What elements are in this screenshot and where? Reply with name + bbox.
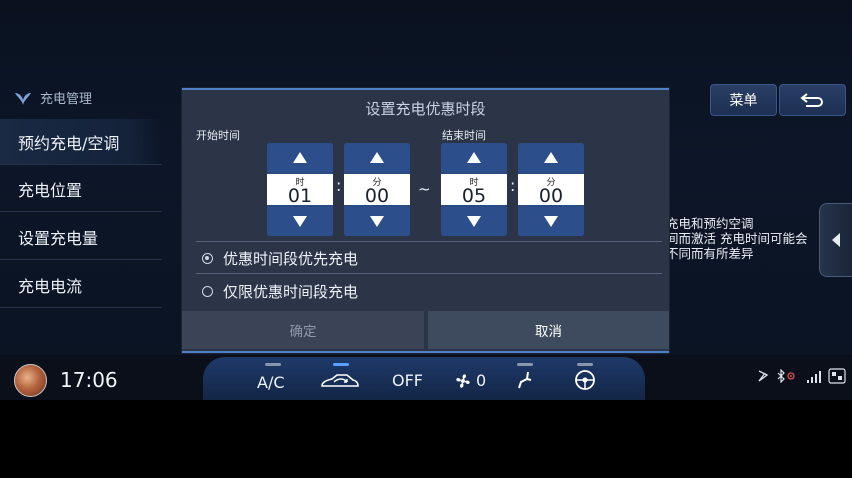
sidebar-item-current[interactable]: 充电电流	[0, 262, 162, 308]
triangle-down-icon	[370, 216, 384, 227]
end-minute-down-button[interactable]	[518, 207, 584, 236]
steering-wheel-icon	[575, 370, 595, 390]
start-minute-value-box: 分 00	[344, 174, 410, 207]
end-hour-value-box: 时 05	[441, 174, 507, 207]
steering-indicator	[577, 363, 593, 366]
off-label: OFF	[392, 371, 423, 390]
info-text: 充电和预约空调 间而激活 充电时间可能会 不同而有所差异	[666, 216, 826, 261]
car-recirculation-icon	[321, 374, 359, 387]
fan-level: 0	[476, 371, 487, 390]
info-line: 不同而有所差异	[666, 246, 754, 261]
cancel-button[interactable]: 取消	[428, 311, 669, 349]
menu-button-label: 菜单	[729, 93, 758, 109]
confirm-button-label: 确定	[289, 324, 317, 340]
sidebar-header-label: 充电管理	[40, 92, 93, 107]
end-minute-spinner: 分 00	[518, 143, 584, 236]
time-colon: :	[336, 176, 342, 195]
steering-heat-button[interactable]	[574, 369, 596, 391]
info-line: 充电和预约空调	[666, 216, 754, 231]
radio-selected-icon	[202, 253, 213, 264]
seat-icon	[518, 371, 532, 389]
sidebar-item-label: 充电位置	[18, 180, 83, 200]
start-minute-value: 00	[364, 185, 390, 207]
triangle-down-icon	[293, 216, 307, 227]
dialog-title: 设置充电优惠时段	[365, 100, 486, 118]
end-hour-down-button[interactable]	[441, 207, 507, 236]
connection-status-icon	[756, 369, 770, 386]
triangle-down-icon	[544, 216, 558, 227]
divider	[196, 241, 662, 242]
right-panel-toggle[interactable]	[819, 203, 852, 277]
time-colon: :	[510, 176, 516, 195]
end-hour-value: 05	[461, 185, 487, 207]
fan-speed-control[interactable]: 0	[454, 371, 486, 390]
4g-icon	[828, 368, 846, 387]
option-priority[interactable]: 优惠时间段优先充电	[202, 248, 358, 269]
leaf-icon	[15, 92, 31, 105]
radio-unselected-icon	[202, 286, 213, 297]
triangle-up-icon	[293, 152, 307, 163]
charge-period-dialog: 设置充电优惠时段 开始时间 结束时间 时 01 : 分 00 ~ 时 05: …	[182, 88, 669, 353]
screen: 充电管理 预约充电/空调 充电位置 设置充电量 充电电流 菜单 充电和预约空调 …	[0, 0, 852, 400]
option-label: 优惠时间段优先充电	[223, 250, 359, 268]
signal-icon	[806, 370, 824, 387]
clock: 17:06	[60, 368, 118, 392]
end-hour-up-button[interactable]	[441, 143, 507, 172]
avatar[interactable]	[14, 364, 47, 397]
start-hour-value: 01	[287, 185, 313, 207]
sidebar: 充电管理 预约充电/空调 充电位置 设置充电量 充电电流	[0, 0, 165, 350]
bluetooth-icon	[776, 368, 800, 386]
option-only[interactable]: 仅限优惠时间段充电	[202, 281, 358, 302]
sidebar-header: 充电管理	[14, 88, 92, 107]
triangle-up-icon	[467, 152, 481, 163]
range-tilde: ~	[418, 180, 431, 198]
recirculation-button[interactable]	[319, 371, 361, 391]
end-minute-value-box: 分 00	[518, 174, 584, 207]
sidebar-item-label: 预约充电/空调	[18, 133, 120, 153]
sidebar-item-label: 设置充电量	[18, 228, 99, 248]
cancel-button-label: 取消	[535, 324, 562, 340]
back-button[interactable]	[779, 84, 846, 116]
start-hour-down-button[interactable]	[267, 207, 333, 236]
sidebar-item-charge-amount[interactable]: 设置充电量	[0, 214, 162, 260]
sidebar-item-label: 充电电流	[18, 276, 83, 296]
start-minute-spinner: 分 00	[344, 143, 410, 236]
triangle-up-icon	[544, 152, 558, 163]
end-hour-spinner: 时 05	[441, 143, 507, 236]
climate-bar: A/C OFF 0	[203, 357, 645, 400]
ac-button[interactable]: A/C	[257, 373, 285, 392]
seat-indicator	[517, 363, 533, 366]
start-minute-up-button[interactable]	[344, 143, 410, 172]
start-hour-up-button[interactable]	[267, 143, 333, 172]
end-minute-up-button[interactable]	[518, 143, 584, 172]
ac-label: A/C	[257, 373, 285, 392]
chevron-left-icon	[832, 233, 840, 247]
ac-indicator	[265, 363, 281, 366]
seat-heat-button[interactable]	[515, 370, 535, 390]
start-time-label: 开始时间	[196, 129, 240, 142]
sidebar-item-reservation[interactable]: 预约充电/空调	[0, 119, 162, 165]
recirc-indicator	[333, 363, 349, 366]
end-time-label: 结束时间	[442, 129, 486, 142]
sidebar-item-location[interactable]: 充电位置	[0, 166, 162, 212]
start-hour-spinner: 时 01	[267, 143, 333, 236]
divider	[196, 273, 662, 274]
triangle-down-icon	[467, 216, 481, 227]
menu-button[interactable]: 菜单	[710, 84, 777, 116]
start-minute-down-button[interactable]	[344, 207, 410, 236]
confirm-button[interactable]: 确定	[182, 311, 424, 349]
fan-icon	[456, 373, 470, 388]
end-minute-value: 00	[538, 185, 564, 207]
info-line: 间而激活 充电时间可能会	[666, 231, 808, 246]
triangle-up-icon	[370, 152, 384, 163]
start-hour-value-box: 时 01	[267, 174, 333, 207]
climate-off-button[interactable]: OFF	[392, 371, 423, 390]
back-icon	[799, 93, 823, 107]
option-label: 仅限优惠时间段充电	[223, 283, 359, 301]
